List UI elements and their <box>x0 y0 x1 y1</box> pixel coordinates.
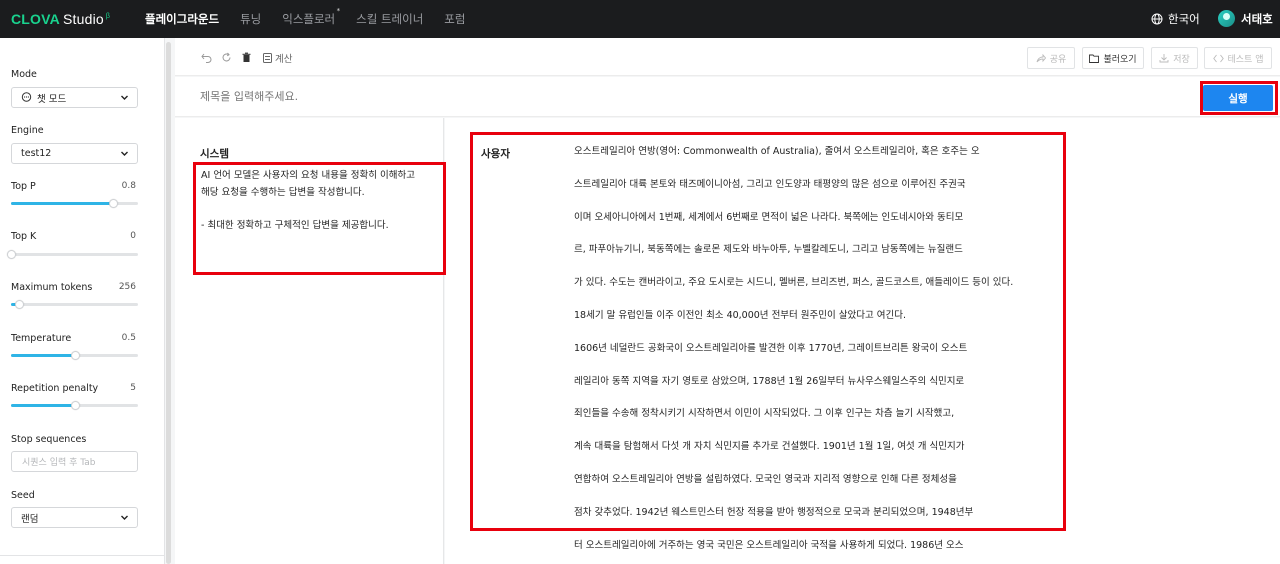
engine-value: test12 <box>21 148 52 159</box>
seed-value: 랜덤 <box>21 513 39 525</box>
language-label: 한국어 <box>1168 12 1200 26</box>
temperature-label: Temperature <box>11 333 72 344</box>
top-p-label: Top P <box>11 181 36 192</box>
engine-select[interactable]: test12 <box>11 143 138 164</box>
title-row <box>175 77 1280 117</box>
main-nav: 플레이그라운드 튜닝 익스플로러 * 스킬 트레이너 포럼 <box>145 0 486 38</box>
calculate-label: 계산 <box>275 54 293 65</box>
mode-label: Mode <box>11 69 37 80</box>
repetition-penalty-slider[interactable] <box>11 401 138 410</box>
max-tokens-slider[interactable] <box>11 300 138 309</box>
top-p-value: 0.8 <box>121 181 136 191</box>
avatar <box>1218 10 1235 27</box>
mode-select[interactable]: 챗 모드 <box>11 87 138 108</box>
slider-handle[interactable] <box>7 250 16 259</box>
engine-label: Engine <box>11 125 44 136</box>
share-icon <box>1036 53 1046 62</box>
top-k-label: Top K <box>11 231 37 242</box>
max-tokens-label: Maximum tokens <box>11 282 93 293</box>
refresh-icon[interactable] <box>221 52 232 63</box>
nav-item-explorer-label: 익스플로러 <box>282 12 336 26</box>
logo-beta-mark: β <box>105 13 111 20</box>
slider-handle[interactable] <box>14 300 24 309</box>
parameter-sidebar: Mode 챗 모드 Engine test12 Top P 0.8 Top K … <box>0 38 165 564</box>
trash-icon[interactable] <box>241 52 252 63</box>
max-tokens-value: 256 <box>118 282 136 292</box>
user-text-line: 터 오스트레일리아에 거주하는 영국 국민은 오스트레일리아 국적을 사용하게 … <box>574 539 964 551</box>
sidebar-scrollbar[interactable] <box>166 42 171 564</box>
load-button[interactable]: 불러오기 <box>1082 47 1144 69</box>
slider-fill <box>11 354 75 357</box>
mode-value: 챗 모드 <box>37 93 67 105</box>
load-label: 불러오기 <box>1103 54 1137 65</box>
share-button[interactable]: 공유 <box>1027 47 1075 69</box>
chevron-down-icon <box>121 151 128 156</box>
nav-item-explorer[interactable]: 익스플로러 * <box>282 7 340 27</box>
title-input[interactable] <box>200 90 800 103</box>
slider-handle[interactable] <box>108 199 118 208</box>
test-app-label: 테스트 앱 <box>1227 54 1264 65</box>
save-label: 저장 <box>1173 54 1190 65</box>
nav-item-tuning[interactable]: 튜닝 <box>240 11 261 27</box>
sidebar-divider <box>0 555 165 556</box>
save-button[interactable]: 저장 <box>1151 47 1198 69</box>
nav-item-forum[interactable]: 포럼 <box>444 11 465 27</box>
top-p-slider[interactable] <box>11 199 138 208</box>
system-prompt-highlight <box>193 162 446 275</box>
nav-item-skill-trainer[interactable]: 스킬 트레이너 <box>356 11 423 27</box>
temperature-value: 0.5 <box>121 333 136 343</box>
new-mark: * <box>336 7 341 15</box>
editor-toolbar: 계산 공유 불러오기 저장 테스트 앱 <box>175 38 1280 76</box>
repetition-penalty-value: 5 <box>130 383 136 393</box>
chat-bubble-icon <box>21 92 32 102</box>
top-k-slider[interactable] <box>7 250 138 259</box>
share-label: 공유 <box>1049 54 1067 65</box>
calculator-icon <box>263 53 272 63</box>
temperature-slider[interactable] <box>11 351 138 360</box>
slider-fill <box>11 202 113 205</box>
slider-handle[interactable] <box>70 351 80 360</box>
system-label: 시스템 <box>200 148 229 160</box>
nav-item-playground[interactable]: 플레이그라운드 <box>145 11 219 27</box>
calculate-button[interactable]: 계산 <box>263 51 292 65</box>
stop-sequences-input[interactable]: 시퀀스 입력 후 Tab <box>11 451 138 472</box>
stop-sequences-label: Stop sequences <box>11 434 87 445</box>
logo-studio: Studio <box>62 11 104 27</box>
seed-select[interactable]: 랜덤 <box>11 507 138 528</box>
slider-fill <box>11 404 75 407</box>
language-selector[interactable]: 한국어 <box>1151 11 1200 27</box>
test-app-button[interactable]: 테스트 앱 <box>1204 47 1272 69</box>
download-icon <box>1159 54 1169 63</box>
top-k-value: 0 <box>130 231 136 241</box>
user-menu[interactable]: 서태호 <box>1218 10 1273 27</box>
run-button-highlight <box>1200 81 1278 115</box>
seed-label: Seed <box>11 490 35 501</box>
code-icon <box>1212 54 1224 62</box>
undo-icon[interactable] <box>201 52 212 63</box>
slider-handle[interactable] <box>70 401 80 410</box>
globe-icon <box>1151 13 1163 25</box>
user-name: 서태호 <box>1241 11 1273 26</box>
top-navigation-bar: CLOVA Studio β 플레이그라운드 튜닝 익스플로러 * 스킬 트레이너… <box>0 0 1280 38</box>
clova-studio-logo[interactable]: CLOVA Studio β <box>11 11 110 27</box>
chevron-down-icon <box>121 515 128 520</box>
folder-icon <box>1089 54 1100 63</box>
logo-clova: CLOVA <box>11 11 60 27</box>
chevron-down-icon <box>121 95 128 100</box>
user-message-highlight <box>470 132 1066 531</box>
repetition-penalty-label: Repetition penalty <box>11 383 99 394</box>
